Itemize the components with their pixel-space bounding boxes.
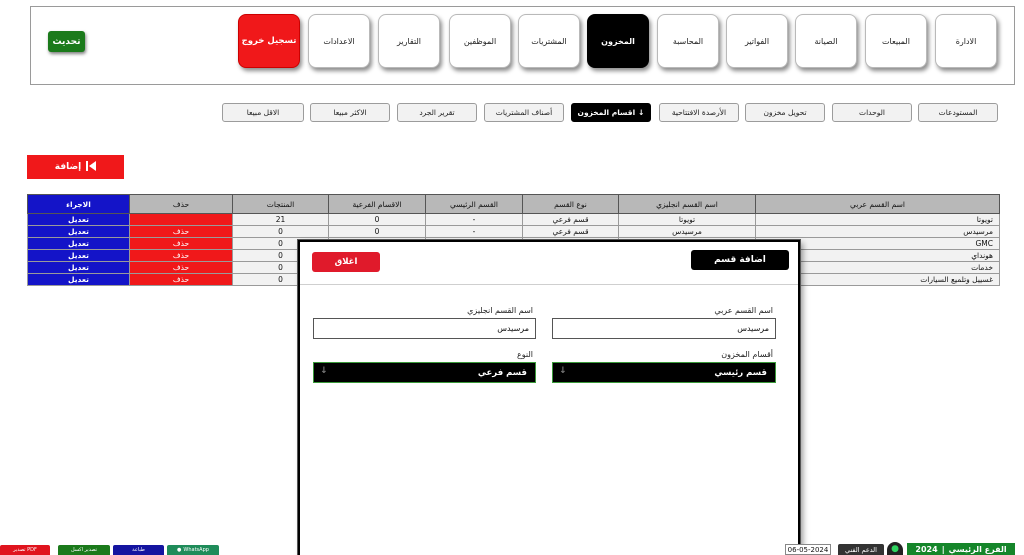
col-header-name-en: اسم القسم انجليزي (618, 194, 756, 214)
subtab-purchase-items[interactable]: أصناف المشتريات (484, 103, 564, 122)
refresh-button[interactable]: تحديث (48, 31, 85, 52)
table-row: تعديل حذف 0 0 - قسم فرعي مرسيدس مرسيدس (27, 225, 1000, 238)
modal-divider (300, 284, 798, 285)
modal-title: اضافة قسم (691, 250, 789, 270)
branch-separator: | (941, 544, 945, 554)
nav-settings[interactable]: الاعدادات (308, 14, 370, 68)
arrow-left-icon (86, 160, 97, 174)
subtab-best-sellers[interactable]: الاكثر مبيعا (310, 103, 390, 122)
subtab-opening-balances[interactable]: الأرصدة الافتتاحية (659, 103, 739, 122)
arrow-down-icon: ↓ (638, 108, 645, 117)
col-header-delete: حذف (129, 194, 233, 214)
edit-button[interactable]: تعديل (27, 225, 130, 238)
col-header-type: نوع القسم (522, 194, 619, 214)
col-header-name-ar: اسم القسم عربي (755, 194, 1000, 214)
whatsapp-label: WhatsApp (183, 547, 209, 553)
edit-button[interactable]: تعديل (27, 273, 130, 286)
subtab-least-sellers[interactable]: الاقل مبيعا (222, 103, 304, 122)
edit-button[interactable]: تعديل (27, 237, 130, 250)
cell-name-ar: مرسيدس (755, 225, 1000, 238)
delete-button[interactable]: حذف (129, 249, 233, 262)
export-excel-button[interactable]: تصدير اكسل (58, 545, 110, 555)
chevron-down-icon: ↓ (559, 366, 567, 376)
edit-button[interactable]: تعديل (27, 261, 130, 274)
whatsapp-icon[interactable]: ● (887, 542, 903, 555)
parent-select[interactable]: ↓ قسم رئيسي (552, 362, 776, 383)
add-button[interactable]: إضافة (27, 155, 124, 179)
delete-button[interactable]: حذف (129, 225, 233, 238)
nav-reports[interactable]: التقارير (378, 14, 440, 68)
add-label: إضافة (54, 162, 82, 172)
type-select-value: قسم فرعي (477, 367, 527, 378)
nav-invoices[interactable]: الفواتير (726, 14, 788, 68)
name-ar-label: اسم القسم عربي (714, 306, 773, 315)
cell-name-ar: تويوتا (755, 213, 1000, 226)
edit-button[interactable]: تعديل (27, 213, 130, 226)
parent-select-value: قسم رئيسي (714, 367, 767, 378)
export-pdf-button[interactable]: تصدير PDF (0, 545, 50, 555)
table-header-row: الاجراء حذف المنتجات الاقسام الفرعية الق… (27, 194, 1000, 214)
cell-type: قسم فرعي (522, 225, 619, 238)
nav-admin[interactable]: الادارة (935, 14, 997, 68)
subtab-units[interactable]: الوحدات (832, 103, 912, 122)
table-row: تعديل 21 0 - قسم فرعي تويوتا تويوتا (27, 213, 1000, 226)
nav-employees[interactable]: الموظفين (449, 14, 511, 68)
status-date: 06-05-2024 (785, 544, 831, 555)
whatsapp-icon: ● (177, 547, 182, 553)
type-select[interactable]: ↓ قسم فرعي (313, 362, 536, 383)
branch-year: 2024 (915, 544, 938, 554)
cell-products: 21 (232, 213, 329, 226)
cell-products: 0 (232, 225, 329, 238)
nav-purchases[interactable]: المشتريات (518, 14, 580, 68)
delete-button[interactable]: حذف (129, 261, 233, 274)
cell-parent: - (425, 225, 523, 238)
nav-inventory[interactable]: المخزون (587, 14, 649, 68)
top-nav-panel: الادارة المبيعات الصيانة الفواتير المحاس… (30, 6, 1015, 85)
cell-name-en: تويوتا (618, 213, 756, 226)
col-header-subdepartments: الاقسام الفرعية (328, 194, 426, 214)
type-label: النوع (517, 350, 533, 359)
cell-subdepartments: 0 (328, 225, 426, 238)
subtab-warehouses[interactable]: المستودعات (918, 103, 998, 122)
add-department-modal: اضافة قسم اغلاق اسم القسم عربي مرسيدس اس… (298, 240, 800, 555)
nav-accounting[interactable]: المحاسبة (657, 14, 719, 68)
logout-button[interactable]: تسجيل خروج (238, 14, 300, 68)
cell-parent: - (425, 213, 523, 226)
subtab-label: اقسام المخزون (577, 108, 636, 117)
col-header-parent: القسم الرئيسي (425, 194, 523, 214)
col-header-action: الاجراء (27, 194, 130, 214)
parent-label: أقسام المخزون (721, 350, 773, 359)
print-button[interactable]: طباعة (113, 545, 164, 555)
modal-close-button[interactable]: اغلاق (312, 252, 380, 272)
support-button[interactable]: الدعم الفني (838, 544, 884, 555)
subtab-inventory-report[interactable]: تقرير الجرد (397, 103, 477, 122)
chevron-down-icon: ↓ (320, 366, 328, 376)
whatsapp-button[interactable]: ● WhatsApp (167, 545, 219, 555)
delete-button[interactable]: حذف (129, 273, 233, 286)
col-header-products: المنتجات (232, 194, 329, 214)
cell-name-en: مرسيدس (618, 225, 756, 238)
branch-indicator: 2024 | الفرع الرئيسي (907, 543, 1015, 555)
nav-sales[interactable]: المبيعات (865, 14, 927, 68)
branch-name: الفرع الرئيسي (948, 544, 1007, 554)
name-en-input[interactable]: مرسيدس (313, 318, 536, 339)
cell-subdepartments: 0 (328, 213, 426, 226)
edit-button[interactable]: تعديل (27, 249, 130, 262)
delete-button[interactable] (129, 213, 233, 226)
name-ar-input[interactable]: مرسيدس (552, 318, 776, 339)
nav-maintenance[interactable]: الصيانة (795, 14, 857, 68)
name-en-label: اسم القسم انجليزي (467, 306, 533, 315)
subtab-inventory-departments[interactable]: اقسام المخزون ↓ (571, 103, 651, 122)
cell-type: قسم فرعي (522, 213, 619, 226)
delete-button[interactable]: حذف (129, 237, 233, 250)
subtab-stock-transfer[interactable]: تحويل مخزون (745, 103, 825, 122)
